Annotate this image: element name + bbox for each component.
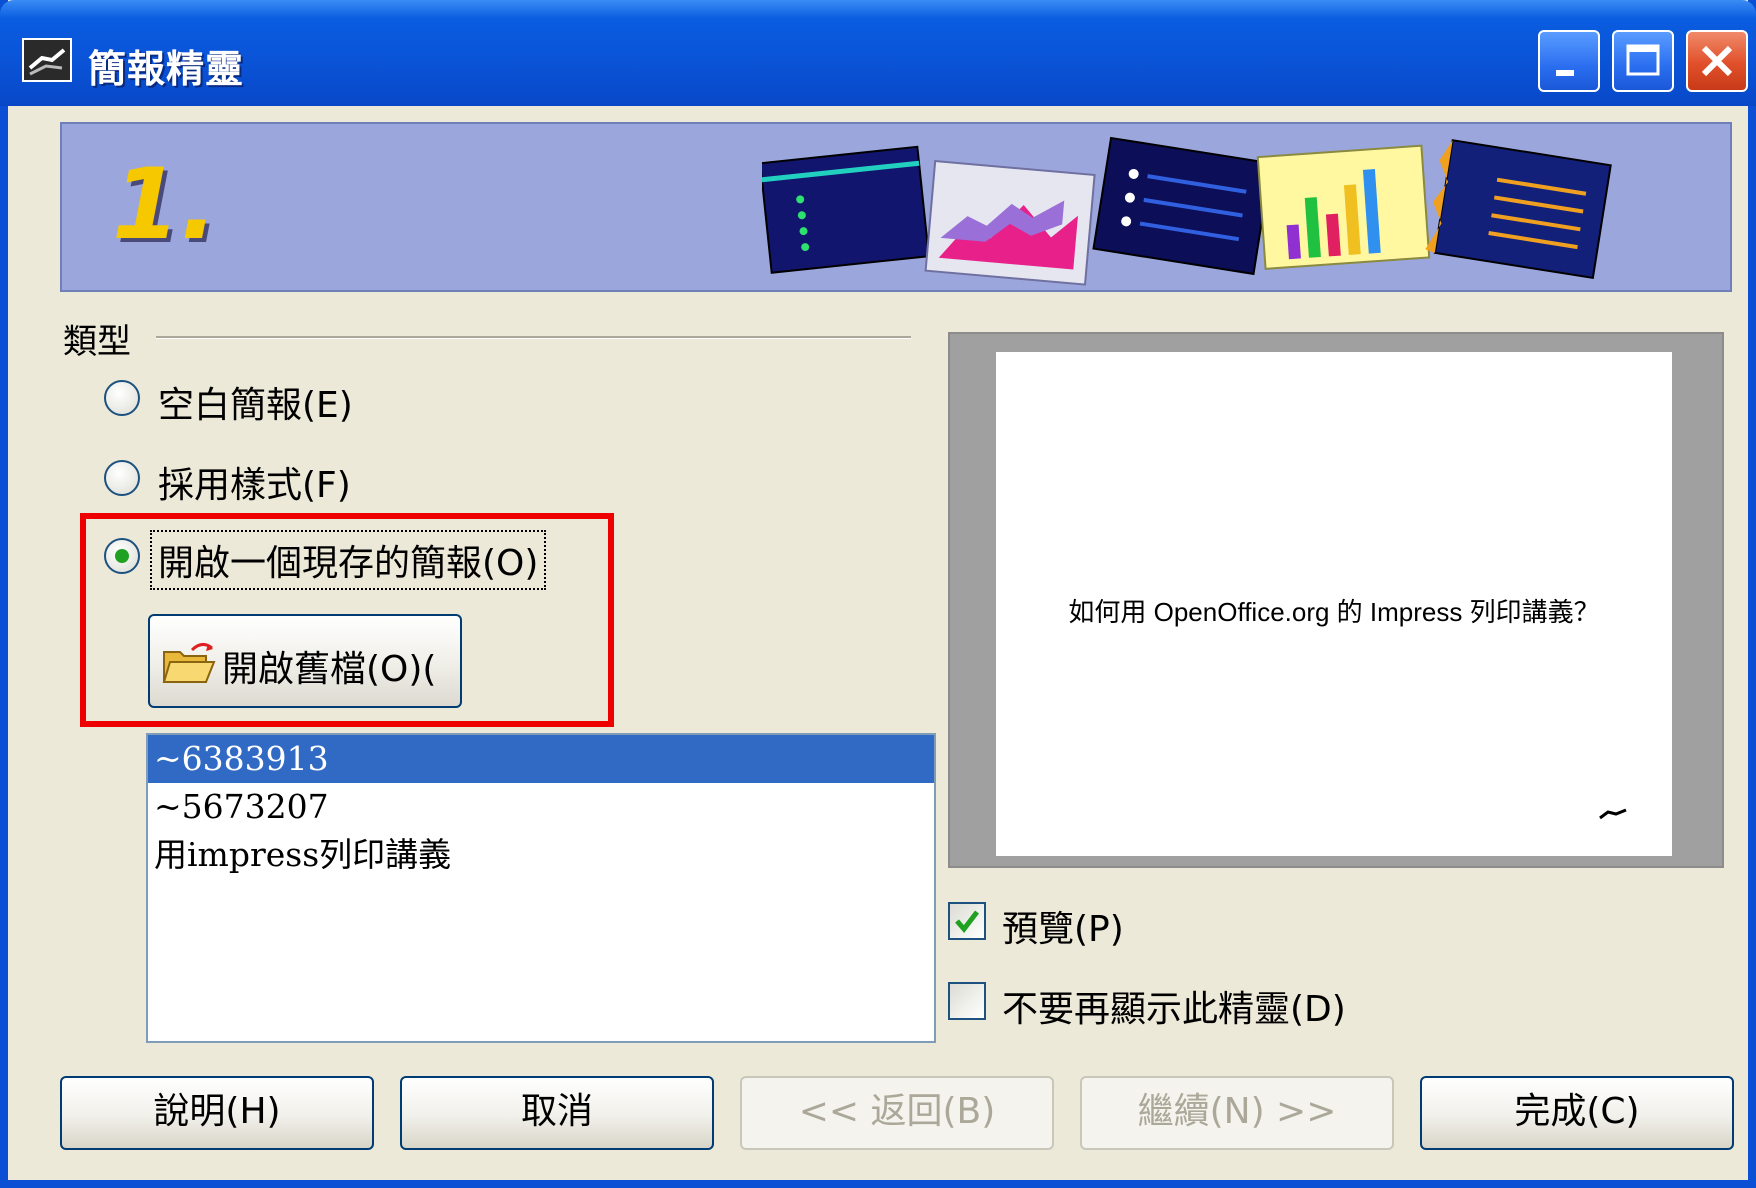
maximize-button[interactable]: [1612, 30, 1674, 92]
open-file-button[interactable]: 開啟舊檔(O)(: [148, 614, 462, 708]
close-icon: [1701, 45, 1733, 77]
preview-slide: 如何用 OpenOffice.org 的 Impress 列印講義？: [996, 352, 1672, 856]
minimize-icon: [1556, 70, 1574, 76]
group-separator: [156, 336, 911, 339]
presentation-wizard-window: 簡報精靈 1. 類型 空白簡報(E) 採用樣式(F) 開啟一個現存的簡報(O) …: [0, 0, 1756, 1188]
window-title: 簡報精靈: [88, 47, 245, 91]
checkmark-icon: [955, 910, 979, 933]
preview-checkbox-label: 預覽(P): [1002, 909, 1124, 950]
back-button[interactable]: << 返回(B): [740, 1076, 1054, 1150]
wizard-banner: 1.: [60, 122, 1732, 292]
title-bar[interactable]: 簡報精靈: [0, 0, 1756, 106]
step-number: 1.: [112, 148, 218, 262]
recent-files-list[interactable]: ~6383913 ~5673207 用impress列印講義: [146, 733, 936, 1043]
slide-logo-icon: [1599, 808, 1627, 820]
radio-button[interactable]: [104, 460, 140, 496]
list-item[interactable]: ~5673207: [148, 783, 934, 831]
radio-label: 採用樣式(F): [158, 465, 351, 506]
list-item[interactable]: 用impress列印講義: [148, 831, 934, 879]
type-group-label: 類型: [63, 322, 131, 362]
preview-panel: 如何用 OpenOffice.org 的 Impress 列印講義？: [948, 332, 1724, 868]
open-file-button-label: 開啟舊檔(O)(: [222, 649, 437, 690]
maximize-icon: [1626, 44, 1660, 76]
open-folder-icon: [162, 643, 216, 683]
minimize-button[interactable]: [1538, 30, 1600, 92]
next-button[interactable]: 繼續(N) >>: [1080, 1076, 1394, 1150]
list-item[interactable]: ~6383913: [148, 735, 934, 783]
close-button[interactable]: [1686, 30, 1748, 92]
radio-label: 空白簡報(E): [158, 385, 353, 426]
finish-button[interactable]: 完成(C): [1420, 1076, 1734, 1150]
preview-checkbox[interactable]: [948, 902, 986, 940]
radio-button[interactable]: [104, 380, 140, 416]
slide-title-text: 如何用 OpenOffice.org 的 Impress 列印講義？: [1068, 597, 1600, 627]
dont-show-checkbox-label: 不要再顯示此精靈(D): [1002, 989, 1346, 1030]
help-button[interactable]: 說明(H): [60, 1076, 374, 1150]
cancel-button[interactable]: 取消: [400, 1076, 714, 1150]
dont-show-checkbox[interactable]: [948, 982, 986, 1020]
impress-app-icon: [22, 38, 72, 82]
slides-illustration-icon: [762, 136, 1612, 286]
